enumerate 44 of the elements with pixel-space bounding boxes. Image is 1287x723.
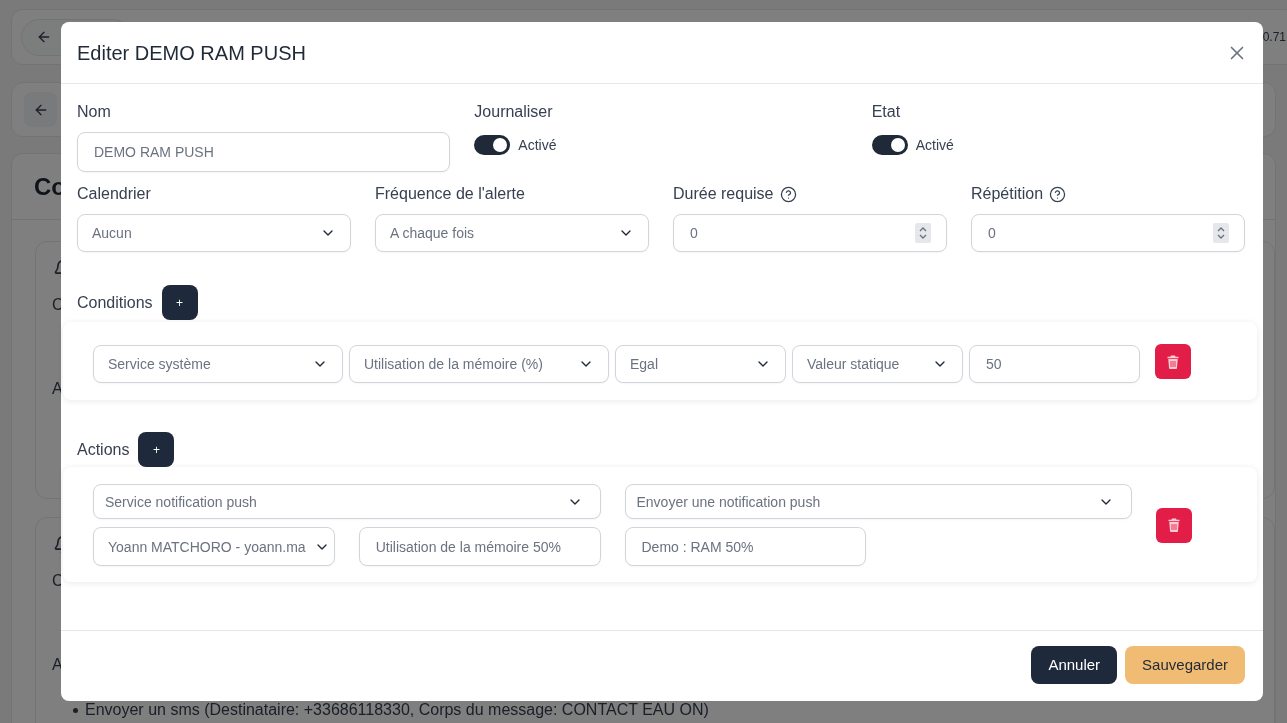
section-label: Conditions [77,292,153,313]
field-label: Fréquence de l'alerte [375,184,525,204]
add-button[interactable]: + [161,285,198,320]
help-icon[interactable] [1049,185,1067,203]
dialog-title: Editer DEMO RAM PUSH [77,40,306,66]
input-field[interactable]: DEMO RAM PUSH [77,132,451,172]
section-label: Actions [77,439,130,460]
toggle-switch[interactable] [474,135,511,155]
dropdown-field[interactable]: Yoann MATCHORO - yoann.ma [93,527,335,566]
list-item-text: Envoyer un sms (Destinataire: +33686118330, Corps du message: CONTACT EAU ON) [85,702,709,718]
delete-button[interactable] [1156,507,1192,543]
help-icon[interactable] [779,185,797,203]
field-label: Etat [871,102,901,122]
dropdown-field[interactable]: Aucun [77,214,351,252]
field-label: Nom [77,102,111,122]
add-button[interactable]: + [138,432,175,467]
dropdown-field[interactable]: Service notification push [93,484,601,519]
stepper-icon[interactable] [1213,223,1229,243]
toggle-switch[interactable] [871,135,908,155]
dropdown-field[interactable]: Service système [93,345,343,383]
toggle-label: Activé [915,136,954,155]
number-field[interactable]: 0 [971,214,1245,252]
trash-icon [1168,518,1180,532]
cancel-button[interactable]: Annuler [1031,646,1118,684]
dropdown-field[interactable]: Utilisation de la mémoire (%) [349,345,609,383]
dropdown-field[interactable]: Envoyer une notification push [624,484,1132,519]
input-field[interactable]: 50 [969,345,1140,383]
trash-icon [1167,354,1179,369]
field-label: Calendrier [77,184,151,204]
dropdown-field[interactable]: A chaque fois [375,214,649,252]
input-field[interactable]: Utilisation de la mémoire 50% [358,527,601,566]
version-text: 0.71 [1262,29,1286,46]
back-button[interactable] [24,92,57,127]
field-label: Répétition [971,184,1044,204]
toggle-label: Activé [518,136,557,155]
dropdown-field[interactable]: Valeur statique [792,345,963,383]
stepper-icon[interactable] [915,223,931,243]
field-label: Journaliser [474,102,553,122]
delete-button[interactable] [1155,344,1191,379]
field-label: Durée requise [673,184,774,204]
number-field[interactable]: 0 [673,214,947,252]
input-field[interactable]: Demo : RAM 50% [624,527,867,566]
save-button[interactable]: Sauvegarder [1125,646,1245,684]
dropdown-field[interactable]: Egal [615,345,786,383]
